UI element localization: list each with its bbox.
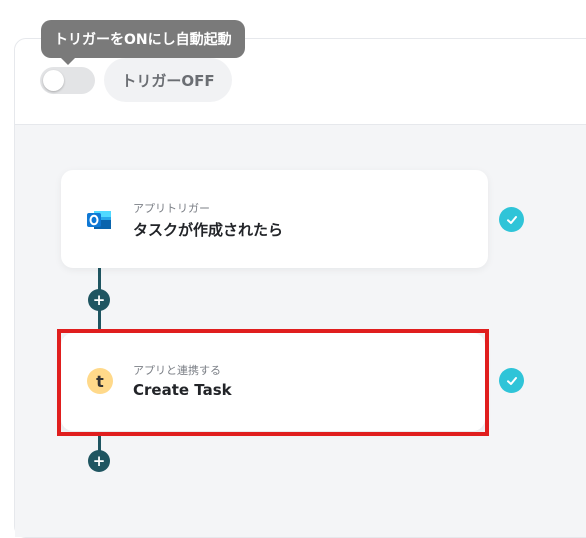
trigger-status-label: トリガーOFF	[121, 71, 215, 90]
trigger-toggle[interactable]	[40, 67, 95, 94]
add-step-button[interactable]: +	[88, 450, 110, 472]
step-complete-check	[499, 207, 524, 232]
plus-icon: +	[92, 452, 106, 470]
check-icon	[506, 215, 517, 224]
step-type-label: アプリトリガー	[133, 202, 210, 215]
step-complete-check	[499, 368, 524, 393]
outlook-icon	[87, 211, 111, 229]
trigger-tooltip: トリガーをONにし自動起動	[41, 20, 245, 65]
check-icon	[506, 376, 517, 385]
plus-icon: +	[92, 291, 106, 309]
highlight-box	[57, 329, 489, 436]
step-card-trigger[interactable]: アプリトリガー タスクが作成されたら	[61, 170, 488, 268]
toggle-knob	[43, 70, 64, 91]
add-step-button[interactable]: +	[88, 289, 110, 311]
step-title: タスクが作成されたら	[133, 221, 284, 239]
trigger-status-pill: トリガーOFF	[104, 58, 232, 102]
tooltip-text: トリガーをONにし自動起動	[54, 32, 232, 48]
